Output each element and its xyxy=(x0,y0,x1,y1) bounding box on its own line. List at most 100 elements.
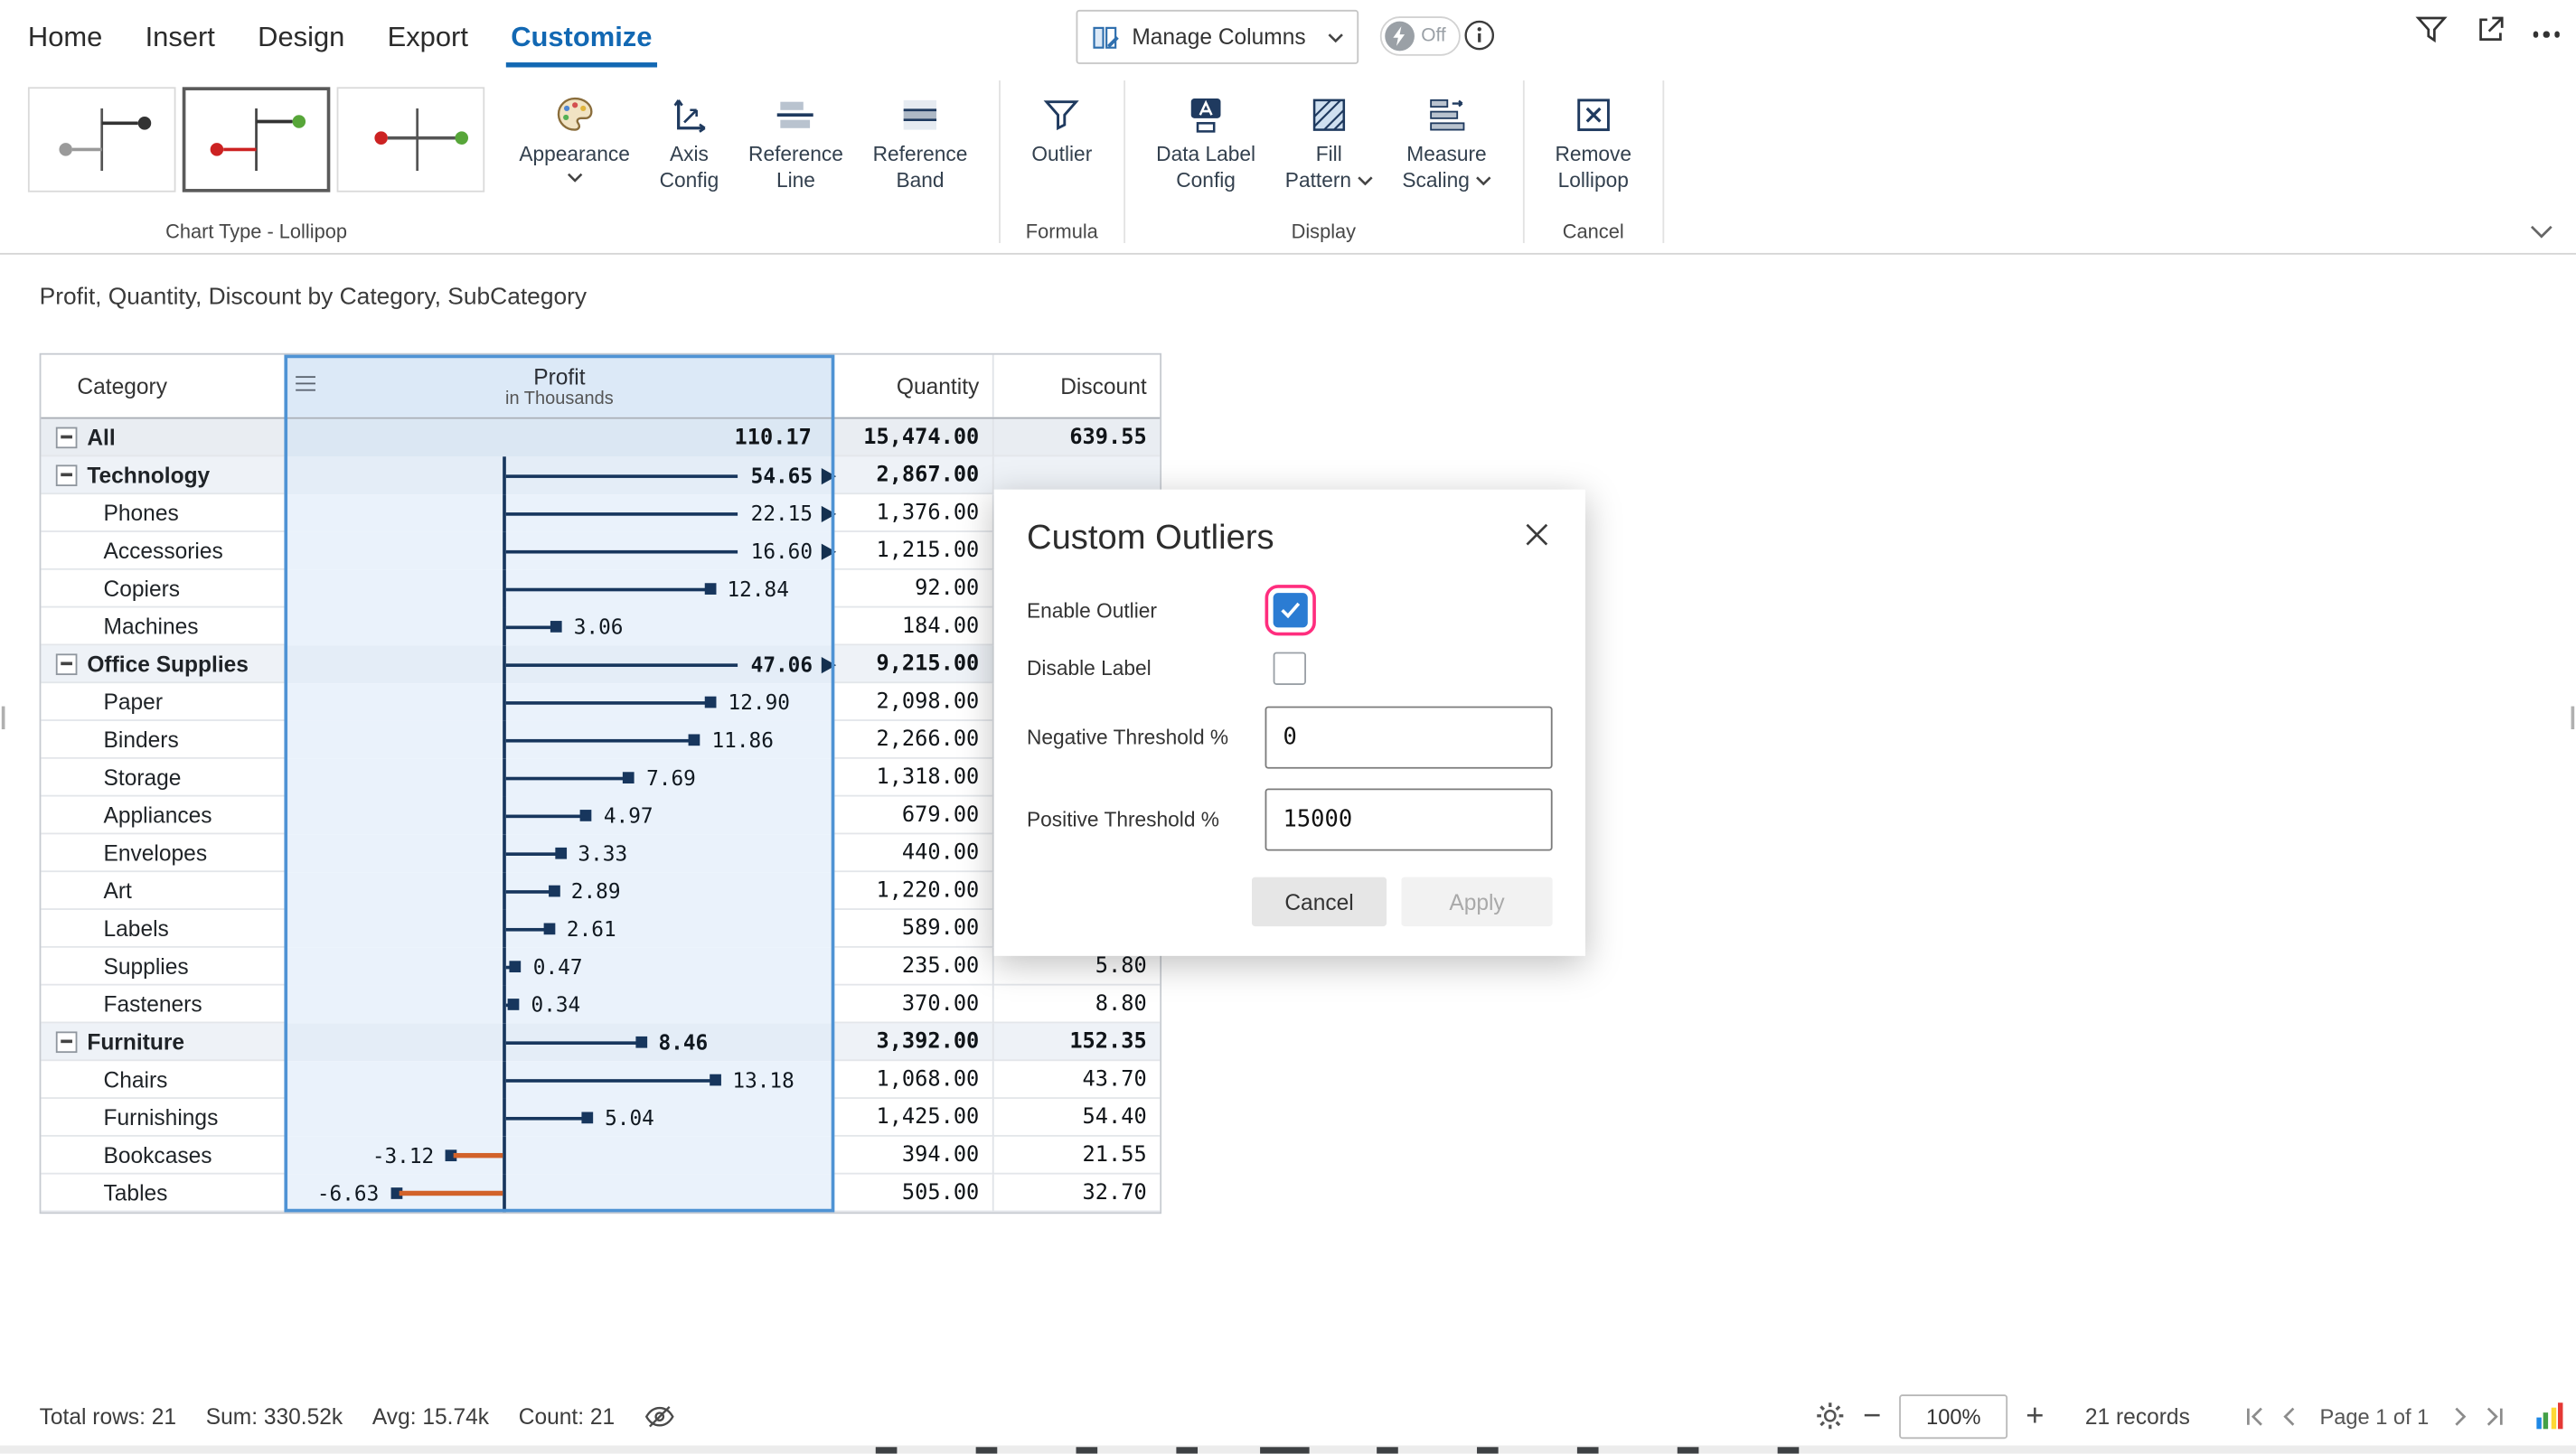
close-icon[interactable] xyxy=(1521,519,1553,558)
category-column-header[interactable]: Category xyxy=(41,355,284,417)
table-row[interactable]: All 110.17 15,474.00 639.55 xyxy=(41,418,1160,456)
discount-cell[interactable]: 21.55 xyxy=(992,1137,1160,1175)
quantity-cell[interactable]: 1,425.00 xyxy=(834,1099,992,1137)
category-cell[interactable]: Phones xyxy=(41,494,284,532)
power-toggle[interactable]: Off xyxy=(1380,16,1461,56)
zoom-in-button[interactable]: + xyxy=(2026,1401,2044,1432)
profit-cell[interactable]: 0.47 xyxy=(284,948,834,986)
tab-customize[interactable]: Customize xyxy=(511,21,652,53)
table-row[interactable]: Machines 3.06 184.00 xyxy=(41,608,1160,646)
appearance-button[interactable]: Appearance xyxy=(508,87,642,182)
quantity-cell[interactable]: 370.00 xyxy=(834,986,992,1024)
category-cell[interactable]: Storage xyxy=(41,759,284,797)
table-row[interactable]: Furnishings 5.04 1,425.00 54.40 xyxy=(41,1099,1160,1137)
collapse-ribbon-icon[interactable] xyxy=(2530,217,2552,247)
discount-column-header[interactable]: Discount xyxy=(992,355,1160,417)
discount-cell[interactable]: 32.70 xyxy=(992,1175,1160,1213)
quantity-cell[interactable]: 440.00 xyxy=(834,834,992,872)
collapse-toggle-icon[interactable] xyxy=(56,652,78,674)
tab-design[interactable]: Design xyxy=(258,21,344,53)
category-cell[interactable]: Furnishings xyxy=(41,1099,284,1137)
table-row[interactable]: Envelopes 3.33 440.00 xyxy=(41,834,1160,872)
quantity-cell[interactable]: 2,098.00 xyxy=(834,683,992,721)
reference-band-button[interactable]: Reference Band xyxy=(861,87,979,193)
quantity-cell[interactable]: 184.00 xyxy=(834,608,992,646)
table-row[interactable]: Appliances 4.97 679.00 xyxy=(41,797,1160,835)
chart-type-option-1[interactable] xyxy=(28,87,176,192)
quantity-cell[interactable]: 9,215.00 xyxy=(834,645,992,683)
table-row[interactable]: Furniture 8.46 3,392.00 152.35 xyxy=(41,1023,1160,1061)
filter-icon[interactable] xyxy=(2414,14,2447,45)
profit-cell[interactable]: 22.15 xyxy=(284,494,834,532)
category-cell[interactable]: Labels xyxy=(41,910,284,948)
table-row[interactable]: Paper 12.90 2,098.00 xyxy=(41,683,1160,721)
axis-config-button[interactable]: Axis Config xyxy=(648,87,730,193)
chart-type-option-3[interactable] xyxy=(337,87,485,192)
fill-pattern-button[interactable]: Fill Pattern xyxy=(1274,87,1384,193)
category-cell[interactable]: Office Supplies xyxy=(41,645,284,683)
quantity-cell[interactable]: 2,266.00 xyxy=(834,721,992,759)
category-cell[interactable]: Binders xyxy=(41,721,284,759)
quantity-cell[interactable]: 1,376.00 xyxy=(834,494,992,532)
quantity-cell[interactable]: 589.00 xyxy=(834,910,992,948)
category-cell[interactable]: Supplies xyxy=(41,948,284,986)
positive-threshold-input[interactable] xyxy=(1265,788,1553,850)
reference-line-button[interactable]: Reference Line xyxy=(737,87,854,193)
disable-label-checkbox[interactable] xyxy=(1274,652,1306,685)
negative-threshold-input[interactable] xyxy=(1265,707,1553,769)
profit-cell[interactable]: 4.97 xyxy=(284,797,834,835)
category-cell[interactable]: Accessories xyxy=(41,532,284,570)
quantity-cell[interactable]: 2,867.00 xyxy=(834,456,992,494)
category-cell[interactable]: Art xyxy=(41,872,284,910)
quantity-cell[interactable]: 1,220.00 xyxy=(834,872,992,910)
settings-gear-icon[interactable] xyxy=(1815,1401,1845,1431)
collapse-toggle-icon[interactable] xyxy=(56,1031,78,1053)
last-page-icon[interactable] xyxy=(2483,1405,2505,1427)
category-cell[interactable]: Fasteners xyxy=(41,986,284,1024)
apply-button[interactable]: Apply xyxy=(1401,877,1552,927)
data-label-config-button[interactable]: Data Label Config xyxy=(1144,87,1266,193)
quantity-cell[interactable]: 3,392.00 xyxy=(834,1023,992,1061)
profit-cell[interactable]: 8.46 xyxy=(284,1023,834,1061)
profit-cell[interactable]: 12.84 xyxy=(284,570,834,608)
category-cell[interactable]: Machines xyxy=(41,608,284,646)
info-icon[interactable] xyxy=(1463,20,1495,60)
category-cell[interactable]: Technology xyxy=(41,456,284,494)
table-row[interactable]: Chairs 13.18 1,068.00 43.70 xyxy=(41,1061,1160,1099)
more-options-icon[interactable] xyxy=(2533,22,2560,37)
profit-cell[interactable]: 110.17 xyxy=(284,418,834,456)
table-row[interactable]: Copiers 12.84 92.00 xyxy=(41,570,1160,608)
next-page-icon[interactable] xyxy=(2449,1405,2470,1427)
profit-cell[interactable]: 3.06 xyxy=(284,608,834,646)
enable-outlier-checkbox[interactable] xyxy=(1274,593,1308,627)
profit-cell[interactable]: 2.61 xyxy=(284,910,834,948)
quantity-cell[interactable]: 1,318.00 xyxy=(834,759,992,797)
quantity-cell[interactable]: 679.00 xyxy=(834,797,992,835)
category-cell[interactable]: Envelopes xyxy=(41,834,284,872)
table-row[interactable]: Binders 11.86 2,266.00 xyxy=(41,721,1160,759)
tab-export[interactable]: Export xyxy=(388,21,468,53)
profit-cell[interactable]: 47.06 xyxy=(284,645,834,683)
first-page-icon[interactable] xyxy=(2244,1405,2266,1427)
category-cell[interactable]: Paper xyxy=(41,683,284,721)
tab-home[interactable]: Home xyxy=(28,21,102,53)
quantity-column-header[interactable]: Quantity xyxy=(834,355,992,417)
profit-cell[interactable]: 0.34 xyxy=(284,986,834,1024)
table-row[interactable]: Fasteners 0.34 370.00 8.80 xyxy=(41,986,1160,1024)
cancel-button[interactable]: Cancel xyxy=(1252,877,1387,927)
category-cell[interactable]: Copiers xyxy=(41,570,284,608)
profit-column-header[interactable]: Profit in Thousands xyxy=(284,355,834,417)
profit-cell[interactable]: 5.04 xyxy=(284,1099,834,1137)
category-cell[interactable]: Bookcases xyxy=(41,1137,284,1175)
remove-lollipop-button[interactable]: Remove Lollipop xyxy=(1544,87,1643,193)
profit-cell[interactable]: -3.12 xyxy=(284,1137,834,1175)
category-cell[interactable]: Tables xyxy=(41,1175,284,1213)
quantity-cell[interactable]: 1,215.00 xyxy=(834,532,992,570)
expand-icon[interactable] xyxy=(2473,14,2505,46)
tab-insert[interactable]: Insert xyxy=(146,21,215,53)
table-row[interactable]: Storage 7.69 1,318.00 xyxy=(41,759,1160,797)
table-row[interactable]: Phones 22.15 1,376.00 xyxy=(41,494,1160,532)
prev-page-icon[interactable] xyxy=(2279,1405,2300,1427)
table-row[interactable]: Tables -6.63 505.00 32.70 xyxy=(41,1175,1160,1213)
discount-cell[interactable]: 8.80 xyxy=(992,986,1160,1024)
